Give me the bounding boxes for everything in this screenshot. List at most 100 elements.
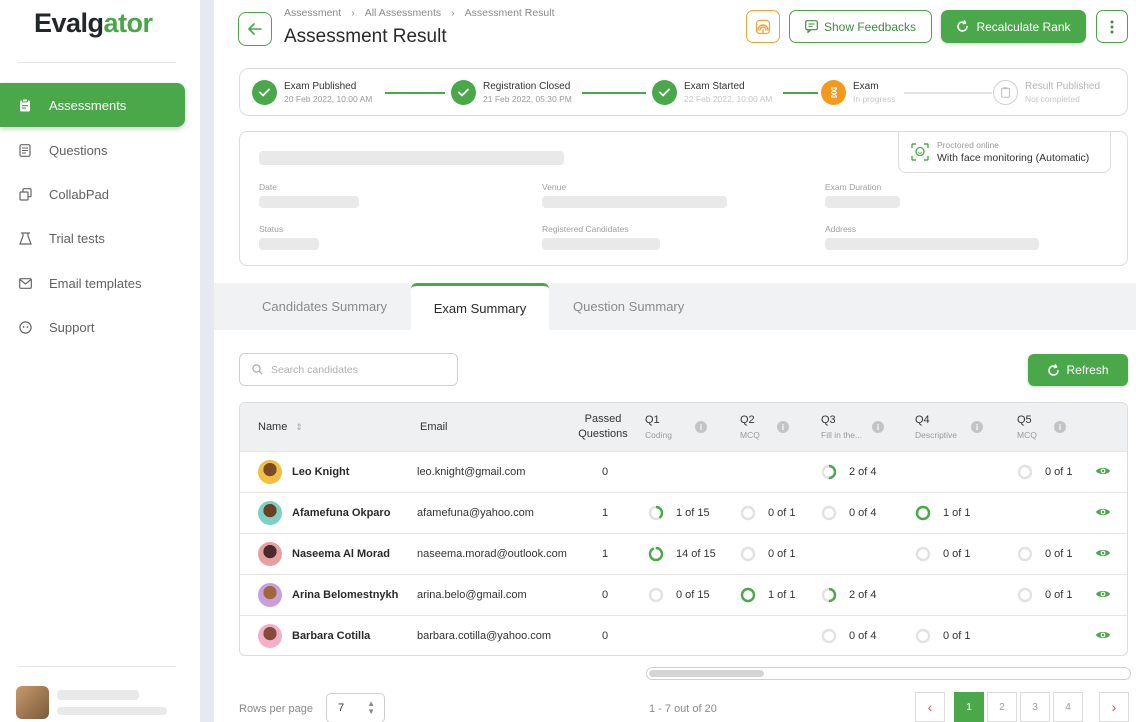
user-email-placeholder (57, 707, 167, 715)
stepper-arrows-icon[interactable]: ▲▼ (367, 700, 375, 716)
user-profile[interactable] (16, 686, 186, 722)
candidate-name[interactable]: Afamefuna Okparo (292, 507, 390, 519)
proctor-button[interactable] (746, 10, 780, 43)
search-candidates-input[interactable]: Search candidates (239, 353, 458, 386)
candidate-name[interactable]: Naseema Al Morad (292, 548, 390, 560)
table-row[interactable]: Leo Knightleo.knight@gmail.com02 of 40 o… (240, 451, 1128, 492)
column-header-q2: Q2MCQ (740, 413, 760, 443)
eye-icon[interactable] (1095, 629, 1111, 641)
page-button[interactable]: 2 (987, 692, 1017, 722)
table-row[interactable]: Arina Belomestnykharina.belo@gmail.com00… (240, 574, 1128, 615)
question-score: 0 of 1 (915, 628, 971, 644)
info-icon[interactable]: i (695, 421, 707, 433)
step-exam-started: Exam Started22 Feb 2022, 10:00 AM (652, 80, 772, 106)
copy-icon (18, 187, 32, 201)
back-button[interactable] (238, 12, 272, 46)
question-score: 0 of 1 (740, 546, 796, 562)
flask-icon (18, 231, 32, 245)
stepper-connector (385, 92, 445, 94)
proctor-title: Proctored online (937, 139, 1089, 152)
page-button[interactable]: 1 (954, 692, 984, 722)
next-page-button[interactable]: › (1099, 692, 1129, 722)
address-value-placeholder (825, 238, 1039, 250)
info-icon[interactable]: i (971, 421, 983, 433)
question-score: 1 of 1 (740, 587, 796, 603)
rows-per-page-select[interactable]: 7 ▲▼ (326, 693, 385, 722)
question-score: 0 of 1 (915, 546, 971, 562)
breadcrumb-item[interactable]: All Assessments (365, 7, 441, 19)
progress-ring-icon (1017, 464, 1039, 480)
refresh-button[interactable]: Refresh (1028, 354, 1128, 386)
avatar (258, 501, 282, 525)
step-subtitle: 21 Feb 2022, 05:30 PM (483, 93, 572, 106)
info-icon[interactable]: i (872, 421, 884, 433)
chevron-right-icon: › (451, 7, 455, 19)
logo: Evalgator (34, 8, 153, 39)
breadcrumb-item: Assessment Result (465, 7, 555, 19)
breadcrumb-item[interactable]: Assessment (284, 7, 341, 19)
eye-icon[interactable] (1095, 588, 1111, 600)
arrow-left-icon (248, 23, 262, 35)
sidebar-item-label: Assessments (49, 98, 126, 113)
check-icon (451, 80, 476, 105)
candidate-email: arina.belo@gmail.com (417, 575, 527, 615)
sidebar-item-collabpad[interactable]: CollabPad (0, 172, 185, 216)
table-row[interactable]: Afamefuna Okparoafamefuna@yahoo.com11 of… (240, 492, 1128, 533)
sidebar-item-label: Email templates (49, 276, 141, 291)
page-title: Assessment Result (284, 26, 447, 48)
table-row[interactable]: Barbara Cotillabarbara.cotilla@yahoo.com… (240, 615, 1128, 656)
horizontal-scrollbar[interactable] (646, 667, 1131, 680)
candidate-name[interactable]: Leo Knight (292, 466, 349, 478)
assessment-info-card: Proctored online With face monitoring (A… (239, 131, 1128, 266)
sidebar-item-support[interactable]: Support (0, 305, 185, 349)
table-row[interactable]: Naseema Al Moradnaseema.morad@outlook.co… (240, 533, 1128, 574)
breadcrumb: Assessment › All Assessments › Assessmen… (284, 7, 555, 19)
scrollbar-thumb[interactable] (649, 670, 764, 677)
eye-icon[interactable] (1095, 465, 1111, 477)
page-button[interactable]: 3 (1020, 692, 1050, 722)
info-icon[interactable]: i (1054, 421, 1066, 433)
question-score: 2 of 4 (821, 587, 877, 603)
document-icon (18, 143, 32, 157)
candidate-name[interactable]: Arina Belomestnykh (292, 589, 398, 601)
progress-ring-icon (915, 546, 937, 562)
avatar (258, 583, 282, 607)
step-title: Registration Closed (483, 80, 572, 93)
sort-icon[interactable]: ⇕ (295, 422, 303, 432)
column-header-name[interactable]: Name ⇕ (258, 420, 303, 435)
sidebar-item-questions[interactable]: Questions (0, 128, 185, 172)
page-button[interactable]: 4 (1053, 692, 1083, 722)
step-title: Exam Started (684, 80, 772, 93)
sidebar-item-assessments[interactable]: Assessments (0, 83, 185, 127)
tab-exam-summary[interactable]: Exam Summary (411, 283, 549, 330)
eye-icon[interactable] (1095, 506, 1111, 518)
progress-ring-icon (821, 464, 843, 480)
progress-ring-icon (821, 628, 843, 644)
sidebar-item-label: Support (49, 320, 95, 335)
address-label: Address (825, 224, 856, 234)
tab-candidates-summary[interactable]: Candidates Summary (262, 283, 387, 330)
prev-page-button[interactable]: ‹ (915, 692, 945, 722)
progress-ring-icon (821, 505, 843, 521)
passed-questions: 1 (571, 493, 639, 533)
recalculate-rank-label: Recalculate Rank (976, 20, 1070, 34)
info-icon[interactable]: i (777, 421, 789, 433)
step-registration-closed: Registration Closed21 Feb 2022, 05:30 PM (451, 80, 572, 106)
proctor-value: With face monitoring (Automatic) (937, 152, 1089, 165)
tab-question-summary[interactable]: Question Summary (573, 283, 684, 330)
step-exam-published: Exam Published20 Feb 2022, 10:00 AM (252, 80, 372, 106)
more-options-button[interactable] (1096, 10, 1128, 43)
column-header-email: Email (420, 420, 448, 435)
main-content: Assessment › All Assessments › Assessmen… (214, 0, 1136, 722)
sidebar-edge (200, 0, 214, 722)
progress-ring-icon (915, 628, 937, 644)
sidebar-item-trial-tests[interactable]: Trial tests (0, 216, 185, 260)
sidebar-item-email-templates[interactable]: Email templates (0, 261, 185, 305)
registered-value-placeholder (542, 238, 660, 250)
passed-questions: 1 (571, 534, 639, 574)
recalculate-rank-button[interactable]: Recalculate Rank (941, 10, 1086, 43)
eye-icon[interactable] (1095, 547, 1111, 559)
show-feedbacks-button[interactable]: Show Feedbacks (789, 10, 932, 43)
app-root: Evalgator Assessments Questions CollabPa… (0, 0, 1136, 722)
candidate-name[interactable]: Barbara Cotilla (292, 630, 370, 642)
